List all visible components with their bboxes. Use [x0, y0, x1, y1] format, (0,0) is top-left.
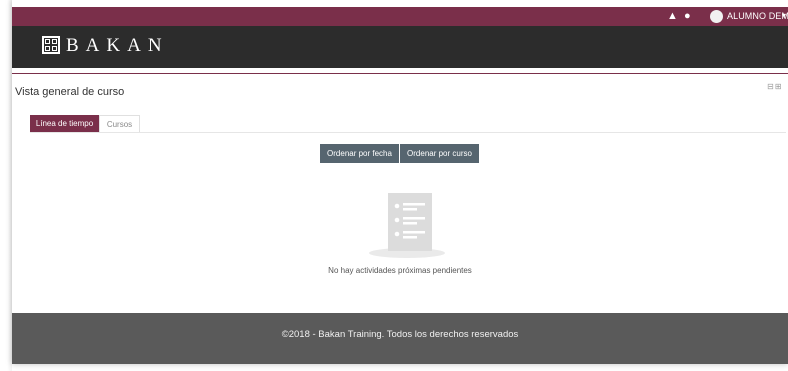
brand-header: BAKAN — [12, 26, 788, 68]
sort-by-date-button[interactable]: Ordenar por fecha — [320, 144, 399, 163]
user-menu-label[interactable]: ALUMNO DEMO — [727, 11, 788, 21]
footer-copyright: ©2018 - Bakan Training. Todos los derech… — [281, 329, 519, 340]
logo-cell — [45, 39, 50, 44]
block-controls-icon[interactable]: ⊟⊞ — [767, 82, 782, 91]
tab-timeline[interactable]: Línea de tiempo — [30, 115, 99, 132]
top-user-bar: ▲ ● ALUMNO DEMO ▾ — [12, 7, 788, 26]
tab-underline — [30, 132, 786, 133]
block-title: Vista general de curso — [15, 86, 125, 98]
bell-icon[interactable]: ▲ — [667, 10, 678, 23]
page-gutter — [0, 0, 12, 371]
page: ▲ ● ALUMNO DEMO ▾ BAKAN Vista general de… — [12, 0, 788, 364]
sort-by-course-button[interactable]: Ordenar por curso — [400, 144, 479, 163]
chevron-down-icon[interactable]: ▾ — [782, 11, 786, 20]
logo-cell — [52, 39, 57, 44]
app-window: ▲ ● ALUMNO DEMO ▾ BAKAN Vista general de… — [0, 0, 788, 371]
logo-cell — [52, 46, 57, 51]
avatar[interactable] — [710, 10, 723, 23]
header-divider — [12, 73, 788, 74]
logo-cell — [45, 46, 50, 51]
comments-icon[interactable]: ● — [684, 10, 691, 23]
empty-message: No hay actividades próximas pendientes — [328, 266, 472, 275]
footer: ©2018 - Bakan Training. Todos los derech… — [12, 313, 788, 364]
tab-courses[interactable]: Cursos — [99, 115, 140, 132]
empty-list-icon — [369, 193, 445, 258]
logo-icon[interactable] — [42, 36, 60, 54]
brand-name[interactable]: BAKAN — [66, 36, 169, 56]
